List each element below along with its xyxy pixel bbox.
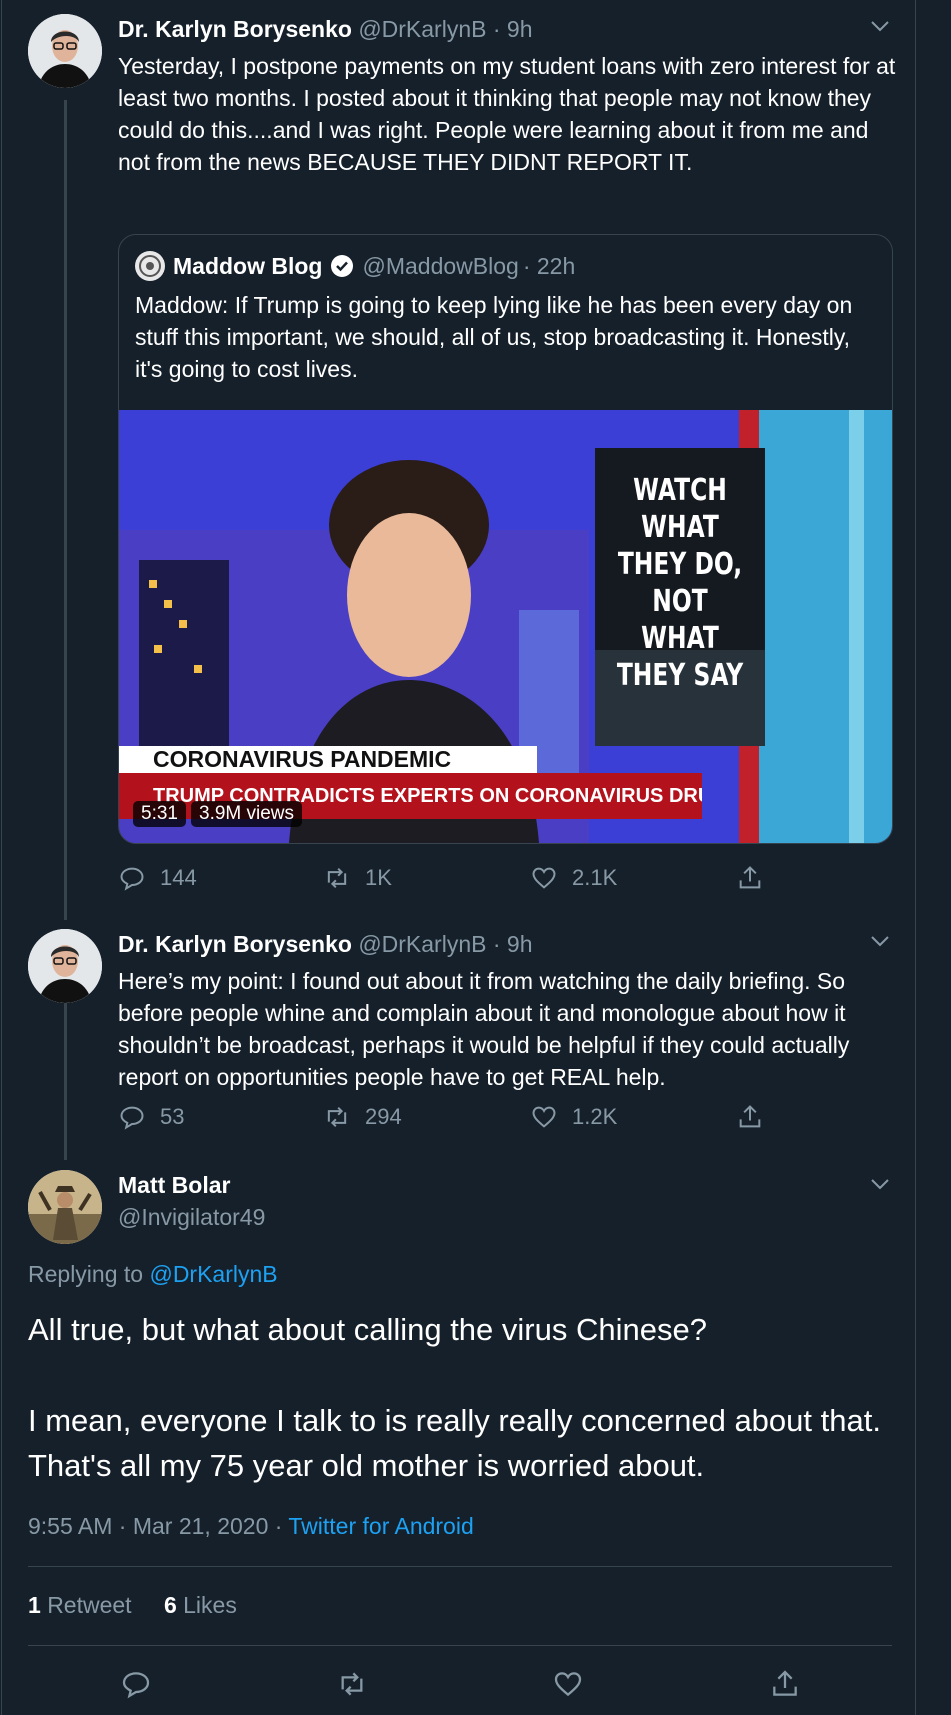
tweet-meta: 9:55 AM · Mar 21, 2020 · Twitter for And…: [28, 1513, 474, 1540]
reply-icon: [120, 1106, 144, 1130]
like-icon: [532, 1106, 556, 1128]
divider: [28, 1566, 892, 1567]
author-handle[interactable]: @DrKarlynB: [358, 16, 486, 42]
author-name[interactable]: Matt Bolar: [118, 1172, 230, 1199]
author-handle[interactable]: @Invigilator49: [118, 1204, 265, 1231]
retweet-count: 294: [365, 1104, 402, 1129]
tweet-header: Dr. Karlyn Borysenko @DrKarlynB · 9h: [118, 931, 533, 958]
replying-to: Replying to @DrKarlynB: [28, 1261, 278, 1288]
share-icon: [739, 866, 761, 889]
reply-icon[interactable]: [120, 1668, 152, 1700]
quote-text: Maddow: If Trump is going to keep lying …: [135, 292, 853, 382]
verified-badge-icon: [331, 255, 354, 277]
retweet-label: Retweet: [47, 1592, 132, 1618]
like-total: 6: [163, 1592, 177, 1618]
quoted-tweet[interactable]: Maddow Blog @MaddowBlog · 22h Maddow: If…: [118, 234, 893, 844]
main-tweet-actions: [0, 1668, 915, 1704]
reply-count: 144: [160, 865, 197, 890]
engagement-stats: 1 Retweet 6 Likes: [28, 1592, 237, 1619]
main-tweet-text: All true, but what about calling the vir…: [28, 1307, 898, 1488]
sign-line: WATCH WHAT: [633, 473, 727, 545]
retweets-stat[interactable]: 1 Retweet: [28, 1592, 138, 1618]
column-border-right: [915, 0, 916, 1715]
tweet-paragraph: I mean, everyone I talk to is really rea…: [28, 1403, 881, 1483]
quote-header: Maddow Blog @MaddowBlog · 22h: [135, 251, 575, 281]
video-views: 3.9M views: [191, 801, 303, 827]
retweet-button[interactable]: 294: [323, 1103, 402, 1131]
replying-to-handle[interactable]: @DrKarlynB: [149, 1261, 277, 1287]
share-icon[interactable]: [769, 1668, 801, 1700]
avatar[interactable]: [28, 1170, 102, 1244]
video-duration: 5:31: [133, 801, 186, 827]
tv-sign-text: WATCH WHAT THEY DO, NOT WHAT THEY SAY: [614, 472, 747, 694]
share-button[interactable]: [736, 864, 764, 892]
column-border-left: [1, 0, 2, 1715]
retweet-total: 1: [28, 1592, 41, 1618]
tweet-actions: 53 294 1.2K: [118, 1103, 788, 1139]
quote-avatar[interactable]: [135, 251, 165, 281]
sign-line: THEY DO, NOT: [617, 547, 743, 619]
like-icon[interactable]: [552, 1668, 584, 1700]
retweet-icon: [327, 867, 347, 889]
tweet-time[interactable]: · 9h: [493, 16, 533, 42]
likes-stat[interactable]: 6 Likes: [164, 1592, 237, 1618]
share-icon: [739, 1105, 761, 1128]
tweet-paragraph: All true, but what about calling the vir…: [28, 1312, 707, 1347]
like-label: Likes: [183, 1592, 237, 1618]
replying-to-label: Replying to: [28, 1261, 144, 1287]
like-count: 1.2K: [572, 1104, 618, 1129]
tweet-timestamp[interactable]: 9:55 AM · Mar 21, 2020 ·: [28, 1513, 282, 1539]
like-count: 2.1K: [572, 865, 618, 890]
quote-author-handle: @MaddowBlog: [362, 252, 519, 279]
author-name[interactable]: Dr. Karlyn Borysenko: [118, 931, 352, 957]
retweet-icon[interactable]: [336, 1668, 368, 1700]
tweet-time[interactable]: · 9h: [493, 931, 533, 957]
retweet-button[interactable]: 1K: [323, 864, 392, 892]
divider: [28, 1645, 892, 1646]
quote-author-name: Maddow Blog: [173, 252, 323, 279]
like-button[interactable]: 2.1K: [530, 864, 617, 892]
author-name[interactable]: Dr. Karlyn Borysenko: [118, 16, 352, 42]
video-thumbnail[interactable]: WATCH WHAT THEY DO, NOT WHAT THEY SAY CO…: [119, 410, 892, 843]
like-icon: [532, 867, 556, 889]
like-button[interactable]: 1.2K: [530, 1103, 617, 1131]
tweet-actions: 144 1K 2.1K: [118, 864, 788, 900]
tweet-text: Yesterday, I postpone payments on my stu…: [118, 53, 896, 175]
reply-icon: [120, 867, 144, 891]
thread-line: [64, 100, 67, 920]
chevron-down-icon[interactable]: [868, 1172, 892, 1196]
sign-line: WHAT THEY SAY: [616, 621, 744, 693]
author-handle[interactable]: @DrKarlynB: [358, 931, 486, 957]
share-button[interactable]: [736, 1103, 764, 1131]
chevron-down-icon[interactable]: [868, 14, 892, 38]
tweet-source[interactable]: Twitter for Android: [288, 1513, 473, 1539]
tweet-header: Dr. Karlyn Borysenko @DrKarlynB · 9h: [118, 16, 533, 43]
chevron-down-icon[interactable]: [868, 929, 892, 953]
quote-time: · 22h: [522, 252, 576, 279]
avatar[interactable]: [28, 14, 102, 88]
retweet-count: 1K: [365, 865, 392, 890]
reply-button[interactable]: 144: [118, 864, 197, 892]
tweet-text: Here’s my point: I found out about it fr…: [118, 968, 850, 1090]
reply-count: 53: [160, 1104, 185, 1129]
chyron-top: CORONAVIRUS PANDEMIC: [119, 746, 537, 773]
retweet-icon: [327, 1106, 347, 1128]
reply-button[interactable]: 53: [118, 1103, 184, 1131]
thread-line: [64, 1000, 67, 1160]
avatar[interactable]: [28, 929, 102, 1003]
